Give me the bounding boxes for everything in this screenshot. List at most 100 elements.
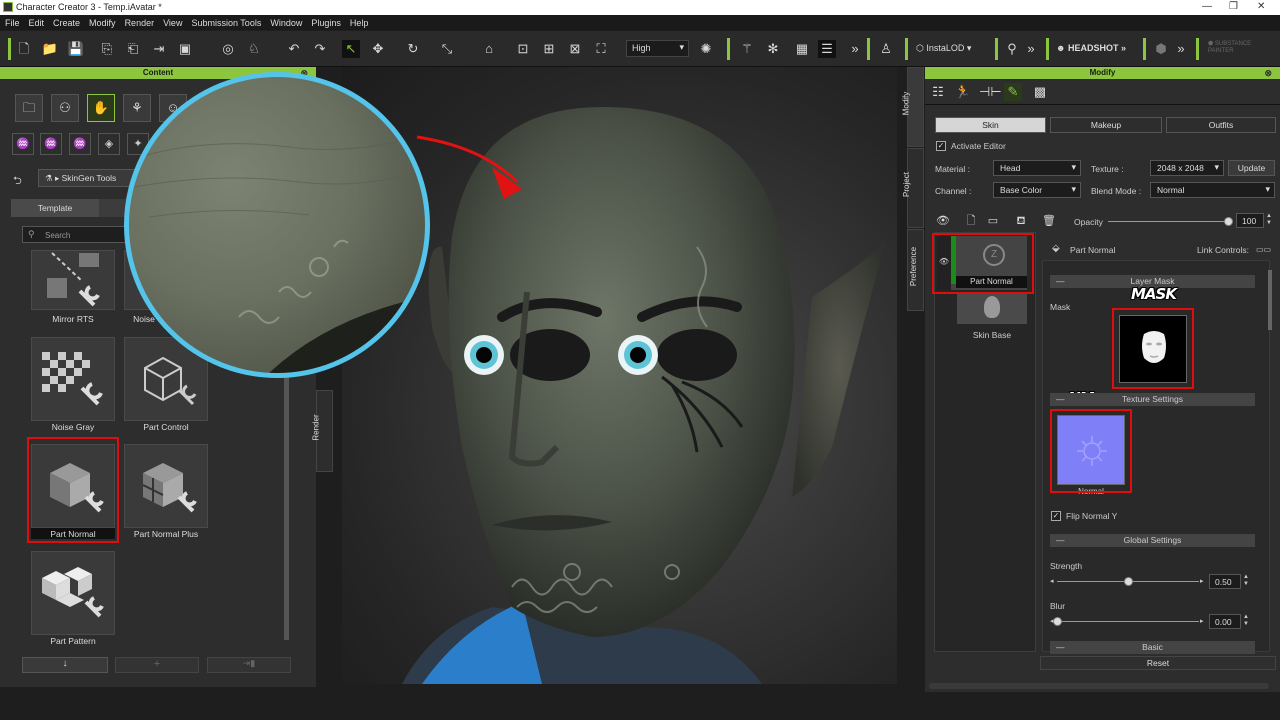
headshot-button[interactable]: ☻ HEADSHOT » xyxy=(1056,43,1126,53)
template-thumb[interactable] xyxy=(31,337,115,421)
close-icon[interactable]: ⊗ xyxy=(1264,67,1272,79)
channel-select[interactable]: Base Color xyxy=(993,182,1081,198)
quality-dropdown[interactable]: High ▾ xyxy=(626,40,689,57)
tab-outfits[interactable]: Outfits xyxy=(1166,117,1276,133)
opacity-knob[interactable] xyxy=(1223,217,1233,226)
substance-button[interactable]: ⬣ SUBSTANCE PAINTER xyxy=(1208,41,1268,55)
strength-stepper[interactable]: ▲ ▼ xyxy=(1243,574,1249,588)
layer-item-skin-base[interactable] xyxy=(957,294,1027,324)
blur-input[interactable]: 0.00 xyxy=(1209,614,1241,629)
strength-left-icon[interactable]: ◂ xyxy=(1050,577,1054,585)
template-thumb[interactable] xyxy=(31,250,115,310)
strength-input[interactable]: 0.50 xyxy=(1209,574,1241,589)
more-chevron-icon[interactable]: » xyxy=(1172,40,1190,58)
layer-icon[interactable]: ◈ xyxy=(98,133,120,155)
texture-settings-section[interactable]: — Texture Settings xyxy=(1050,393,1255,406)
menu-help[interactable]: Help xyxy=(350,18,369,28)
export-icon[interactable]: ⎗ xyxy=(124,40,142,58)
home-camera-icon[interactable]: ⌂ xyxy=(480,40,498,58)
clothing-icon[interactable]: ⚘ xyxy=(123,94,151,122)
ai-icon[interactable]: ✻ xyxy=(764,40,782,58)
tab-makeup[interactable]: Makeup xyxy=(1050,117,1162,133)
reset-button[interactable]: Reset xyxy=(1040,656,1276,670)
redo-icon[interactable]: ↷ xyxy=(311,40,329,58)
menu-modify[interactable]: Modify xyxy=(89,18,116,28)
open-folder-icon[interactable]: 📁 xyxy=(41,40,59,58)
material-select[interactable]: Head xyxy=(993,160,1081,176)
undo-icon[interactable]: ↶ xyxy=(285,40,303,58)
global-settings-section[interactable]: — Global Settings xyxy=(1050,534,1255,547)
camera-fit-icon[interactable]: ⊡ xyxy=(514,40,532,58)
new-layer-icon[interactable]: 🗋 xyxy=(962,212,980,230)
new-file-icon[interactable]: 🗋 xyxy=(15,40,33,58)
activate-editor-checkbox[interactable]: ✓ xyxy=(936,141,946,151)
add-button[interactable]: + xyxy=(115,657,199,673)
scene-icon[interactable]: ◎ xyxy=(219,40,237,58)
link-icon[interactable]: ▭▭ xyxy=(1256,245,1271,254)
tab-modify[interactable]: Modify xyxy=(901,67,924,147)
skingen-icon[interactable]: ✎ xyxy=(1004,83,1022,101)
template-thumb[interactable] xyxy=(124,444,208,528)
opacity-input[interactable]: 100 xyxy=(1236,213,1264,228)
settings-scrollbar[interactable] xyxy=(1268,270,1272,330)
menu-view[interactable]: View xyxy=(163,18,182,28)
menu-render[interactable]: Render xyxy=(125,18,155,28)
menu-submission-tools[interactable]: Submission Tools xyxy=(191,18,261,28)
apply-button[interactable]: ⇥▮ xyxy=(207,657,291,673)
blur-slider[interactable] xyxy=(1057,621,1199,622)
select-tool-icon[interactable]: ↖ xyxy=(342,40,360,58)
eye-icon[interactable]: 👁 xyxy=(934,212,952,230)
menu-plugins[interactable]: Plugins xyxy=(311,18,341,28)
strength-right-icon[interactable]: ▸ xyxy=(1200,577,1204,585)
instalod-button[interactable]: ⬡ InstaLOD ▾ xyxy=(916,43,971,54)
horizontal-scrollbar[interactable] xyxy=(929,683,1269,689)
minimize-icon[interactable]: — xyxy=(1202,1,1212,12)
tab-project[interactable]: Project xyxy=(902,148,924,228)
basic-section[interactable]: — Basic xyxy=(1050,641,1255,654)
rotate-tool-icon[interactable]: ↻ xyxy=(404,40,422,58)
download-button[interactable]: ↓ xyxy=(22,657,108,673)
grid-icon[interactable]: ▦ xyxy=(793,40,811,58)
morph-c-icon[interactable]: ♒ xyxy=(69,133,91,155)
update-button[interactable]: Update xyxy=(1228,160,1275,176)
tab-template[interactable]: Template xyxy=(11,199,99,217)
menu-window[interactable]: Window xyxy=(270,18,302,28)
import-icon[interactable]: ⎘ xyxy=(98,40,116,58)
character-icon[interactable]: ♙ xyxy=(877,40,895,58)
send-icon[interactable]: ⇥ xyxy=(150,40,168,58)
blur-stepper[interactable]: ▲ ▼ xyxy=(1243,614,1249,628)
opacity-slider[interactable] xyxy=(1108,221,1228,222)
folder-icon[interactable]: 🗀 xyxy=(15,94,43,122)
opacity-stepper[interactable]: ▲ ▼ xyxy=(1266,213,1272,227)
skin-icon[interactable]: ✋ xyxy=(87,94,115,122)
render-icon[interactable]: ▣ xyxy=(176,40,194,58)
stamp-icon[interactable]: ⛾ xyxy=(1012,212,1030,230)
template-thumb[interactable] xyxy=(31,551,115,635)
blur-right-icon[interactable]: ▸ xyxy=(1200,617,1204,625)
menu-edit[interactable]: Edit xyxy=(29,18,45,28)
morph-icon[interactable]: ⚲ xyxy=(1003,40,1021,58)
tab-render[interactable]: Render xyxy=(312,390,333,472)
scale-tool-icon[interactable]: ⤡ xyxy=(438,40,456,58)
maximize-icon[interactable]: ❐ xyxy=(1229,1,1238,12)
menu-create[interactable]: Create xyxy=(53,18,80,28)
sliders-icon[interactable]: ☷ xyxy=(929,83,947,101)
texture-select[interactable]: 2048 x 2048 xyxy=(1150,160,1224,176)
motion-icon[interactable]: 🏃 xyxy=(954,83,972,101)
more-chevron-icon[interactable]: » xyxy=(846,40,864,58)
flip-normal-checkbox[interactable]: ✓ xyxy=(1051,511,1061,521)
more-chevron-icon[interactable]: » xyxy=(1022,40,1040,58)
save-icon[interactable]: 💾 xyxy=(67,40,85,58)
morph-b-icon[interactable]: ♒ xyxy=(40,133,62,155)
tab-skin[interactable]: Skin xyxy=(935,117,1046,133)
bones-icon[interactable]: ⚚ xyxy=(738,40,756,58)
settings-sliders-icon[interactable]: ☰ xyxy=(818,40,836,58)
checker-icon[interactable]: ▩ xyxy=(1031,83,1049,101)
light-icon[interactable]: ✺ xyxy=(697,40,715,58)
blur-knob[interactable] xyxy=(1052,617,1062,626)
camera-view-icon[interactable]: ⊠ xyxy=(566,40,584,58)
pose-icon[interactable]: ♘ xyxy=(245,40,263,58)
menu-file[interactable]: File xyxy=(5,18,20,28)
close-icon[interactable]: ✕ xyxy=(1257,1,1265,12)
viewport[interactable] xyxy=(342,67,897,684)
